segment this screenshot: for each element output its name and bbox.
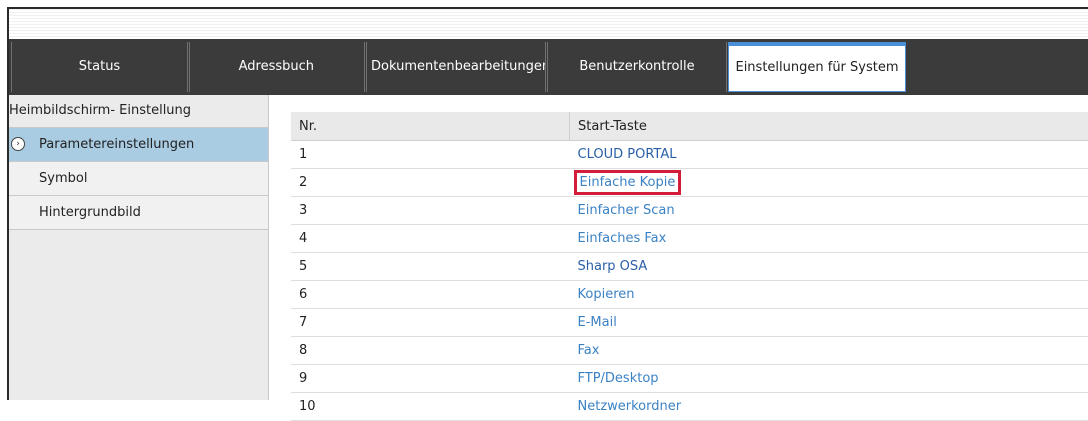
chevron-right-circle-icon: ›: [11, 137, 25, 151]
row-number: 10: [291, 393, 570, 421]
column-header-nr: Nr.: [291, 112, 570, 141]
row-number: 3: [291, 197, 570, 225]
table-header-row: Nr. Start-Taste: [291, 112, 1088, 141]
row-number: 8: [291, 337, 570, 365]
row-number: 5: [291, 253, 570, 281]
start-key-link[interactable]: Kopieren: [578, 287, 635, 302]
row-number: 9: [291, 365, 570, 393]
start-key-table: Nr. Start-Taste 1 CLOUD PORTAL 2 Einfache …: [291, 112, 1088, 421]
row-number: 4: [291, 225, 570, 253]
start-key-link-highlighted[interactable]: Einfache Kopie: [578, 174, 678, 191]
table-row: 9 FTP/Desktop: [291, 365, 1088, 393]
start-key-link[interactable]: Sharp OSA: [578, 259, 648, 274]
row-number: 1: [291, 141, 570, 169]
sidebar-item-symbol[interactable]: Symbol: [9, 162, 268, 196]
row-number: 6: [291, 281, 570, 309]
table-row: 1 CLOUD PORTAL: [291, 141, 1088, 169]
start-key-link[interactable]: Einfaches Fax: [578, 231, 667, 246]
table-row: 8 Fax: [291, 337, 1088, 365]
sidebar-header: Heimbildschirm- Einstellung: [9, 95, 268, 128]
start-key-link[interactable]: E-Mail: [578, 315, 617, 330]
start-key-link[interactable]: Netzwerkordner: [578, 399, 682, 414]
tab-benutzerkontrolle[interactable]: Benutzerkontrolle: [547, 42, 727, 92]
app-window: Status Adressbuch Dokumentenbearbeitunge…: [7, 7, 1088, 400]
table-row: 6 Kopieren: [291, 281, 1088, 309]
table-row: 4 Einfaches Fax: [291, 225, 1088, 253]
sidebar-item-label: Hintergrundbild: [39, 205, 141, 220]
row-number: 7: [291, 309, 570, 337]
sidebar-item-label: Parametereinstellungen: [39, 137, 194, 152]
tab-adressbuch[interactable]: Adressbuch: [189, 42, 365, 92]
sidebar: Heimbildschirm- Einstellung › Parametere…: [9, 95, 269, 400]
row-number: 2: [291, 169, 570, 197]
sidebar-item-parametereinstellungen[interactable]: › Parametereinstellungen: [9, 128, 268, 162]
table-row: 2 Einfache Kopie: [291, 169, 1088, 197]
table-row: 5 Sharp OSA: [291, 253, 1088, 281]
column-header-start-taste: Start-Taste: [570, 112, 1088, 141]
tab-status[interactable]: Status: [11, 42, 188, 92]
sidebar-item-label: Symbol: [39, 171, 87, 186]
sidebar-item-hintergrundbild[interactable]: Hintergrundbild: [9, 196, 268, 230]
table-row: 7 E-Mail: [291, 309, 1088, 337]
start-key-link[interactable]: FTP/Desktop: [578, 371, 659, 386]
tab-einstellungen-fuer-system[interactable]: Einstellungen für System: [728, 42, 906, 92]
tab-dokumentenbearbeitungen[interactable]: Dokumentenbearbeitungen: [366, 42, 546, 92]
tab-bar: Status Adressbuch Dokumentenbearbeitunge…: [9, 39, 1088, 95]
main-content: Nr. Start-Taste 1 CLOUD PORTAL 2 Einfache …: [269, 95, 1088, 400]
top-stripe: [9, 9, 1088, 39]
start-key-link[interactable]: Einfacher Scan: [578, 203, 675, 218]
start-key-link[interactable]: Fax: [578, 343, 600, 358]
table-row: 3 Einfacher Scan: [291, 197, 1088, 225]
start-key-link[interactable]: CLOUD PORTAL: [578, 147, 677, 162]
table-row: 10 Netzwerkordner: [291, 393, 1088, 421]
